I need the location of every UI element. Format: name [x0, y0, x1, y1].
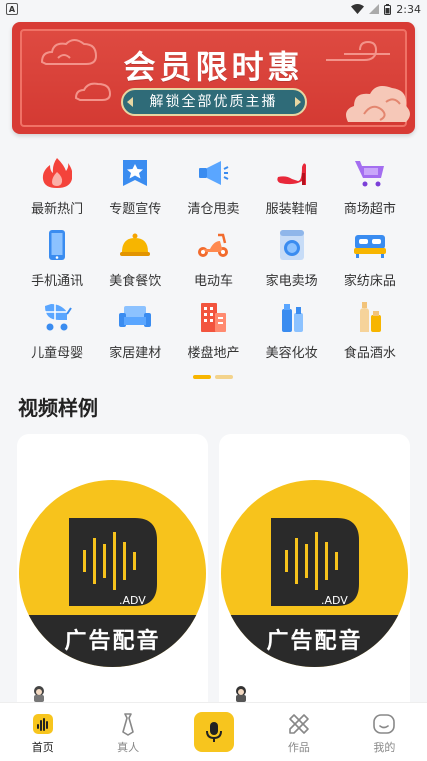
- bottle-icon: [353, 300, 387, 334]
- category-label: 家纺床品: [343, 274, 396, 289]
- nav-works[interactable]: 作品: [256, 703, 341, 761]
- nav-label: 我的: [373, 741, 396, 754]
- nav-label: 首页: [31, 741, 54, 754]
- category-hot[interactable]: 最新热门: [18, 150, 96, 222]
- nav-record[interactable]: [171, 703, 256, 761]
- building-icon: [196, 300, 230, 334]
- category-clothing[interactable]: 服装鞋帽: [253, 150, 331, 222]
- megaphone-icon: [196, 156, 230, 190]
- category-food-drinks[interactable]: 食品酒水: [331, 294, 409, 366]
- section-title: 视频样例: [18, 396, 98, 420]
- category-clearance[interactable]: 清仓甩卖: [174, 150, 252, 222]
- category-mobile[interactable]: 手机通讯: [18, 222, 96, 294]
- thumb-caption: 广告配音: [64, 628, 160, 654]
- page-dot: [215, 375, 233, 379]
- tie-icon: [118, 711, 138, 737]
- category-label: 清仓甩卖: [187, 202, 240, 217]
- nav-label: 真人: [117, 741, 140, 754]
- unlock-anchors-button[interactable]: 解锁全部优质主播: [120, 88, 307, 116]
- banner-title: 会员限时惠: [123, 48, 304, 86]
- pill-arrow-right-icon: [294, 97, 301, 107]
- status-right: 2:34: [351, 3, 421, 16]
- category-label: 最新热门: [31, 202, 84, 217]
- app-notification-icon: A: [6, 3, 18, 15]
- category-appliances[interactable]: 家电卖场: [253, 222, 331, 294]
- nav-home[interactable]: 首页: [0, 703, 85, 761]
- video-sample-card[interactable]: .ADV 广告配音: [219, 434, 410, 734]
- category-bedding[interactable]: 家纺床品: [331, 222, 409, 294]
- category-label: 儿童母婴: [31, 346, 84, 361]
- adv-logo-text: .ADV: [321, 594, 348, 607]
- bottom-nav: 首页 真人 作品 我的: [0, 702, 427, 761]
- category-supermarket[interactable]: 商场超市: [331, 150, 409, 222]
- smile-face-icon: [372, 711, 396, 737]
- category-baby[interactable]: 儿童母婴: [18, 294, 96, 366]
- status-left: A: [6, 3, 18, 15]
- page-dot-active: [193, 375, 211, 379]
- shopping-cart-icon: [353, 156, 387, 190]
- home-soundwave-icon: [32, 711, 54, 737]
- page-indicator: [193, 375, 233, 379]
- anchor-avatar-icon: [236, 686, 246, 702]
- bed-icon: [353, 228, 387, 262]
- sofa-icon: [118, 300, 152, 334]
- category-label: 美容化妆: [265, 346, 318, 361]
- signal-icon: [369, 4, 380, 14]
- category-topic[interactable]: 专题宣传: [96, 150, 174, 222]
- wifi-icon: [351, 4, 365, 14]
- nav-real-person[interactable]: 真人: [85, 703, 170, 761]
- category-label: 美食餐饮: [109, 274, 162, 289]
- adv-logo-text: .ADV: [119, 594, 146, 607]
- category-beauty[interactable]: 美容化妆: [253, 294, 331, 366]
- category-label: 专题宣传: [109, 202, 162, 217]
- category-food[interactable]: 美食餐饮: [96, 222, 174, 294]
- record-button[interactable]: [193, 712, 234, 752]
- video-sample-card[interactable]: .ADV 广告配音: [17, 434, 208, 734]
- status-bar: A 2:34: [0, 0, 427, 18]
- nav-label: 作品: [287, 741, 310, 754]
- mobile-phone-icon: [40, 228, 74, 262]
- vip-promo-banner[interactable]: 会员限时惠 解锁全部优质主播: [12, 22, 415, 134]
- ad-voiceover-thumbnail: .ADV 广告配音: [221, 480, 408, 667]
- category-label: 电动车: [193, 274, 233, 289]
- category-real-estate[interactable]: 楼盘地产: [174, 294, 252, 366]
- category-label: 商场超市: [343, 202, 396, 217]
- scooter-icon: [196, 228, 230, 262]
- cosmetics-icon: [275, 300, 309, 334]
- washing-machine-icon: [275, 228, 309, 262]
- food-cloche-icon: [118, 228, 152, 262]
- category-label: 家电卖场: [265, 274, 318, 289]
- category-label: 手机通讯: [31, 274, 84, 289]
- category-label: 楼盘地产: [187, 346, 240, 361]
- category-grid: 最新热门 专题宣传 清仓甩卖 服装鞋帽 商场超市 手机通讯 美食餐饮 电动车 家…: [18, 150, 409, 366]
- high-heel-icon: [275, 156, 309, 190]
- category-ebike[interactable]: 电动车: [174, 222, 252, 294]
- pill-arrow-left-icon: [126, 97, 133, 107]
- ad-voiceover-thumbnail: .ADV 广告配音: [19, 480, 206, 667]
- category-label: 食品酒水: [343, 346, 396, 361]
- category-home-building[interactable]: 家居建材: [96, 294, 174, 366]
- battery-icon: [384, 3, 392, 15]
- star-badge-icon: [118, 156, 152, 190]
- anchor-avatar-icon: [34, 686, 44, 702]
- stroller-icon: [40, 300, 74, 334]
- flame-icon: [40, 156, 74, 190]
- pencil-ruler-icon: [287, 711, 311, 737]
- nav-mine[interactable]: 我的: [342, 703, 427, 761]
- banner-subtitle: 解锁全部优质主播: [149, 94, 278, 110]
- clock-time: 2:34: [396, 2, 421, 16]
- category-label: 家居建材: [109, 346, 162, 361]
- category-label: 服装鞋帽: [265, 202, 318, 217]
- microphone-icon: [205, 722, 222, 742]
- thumb-caption: 广告配音: [266, 628, 362, 654]
